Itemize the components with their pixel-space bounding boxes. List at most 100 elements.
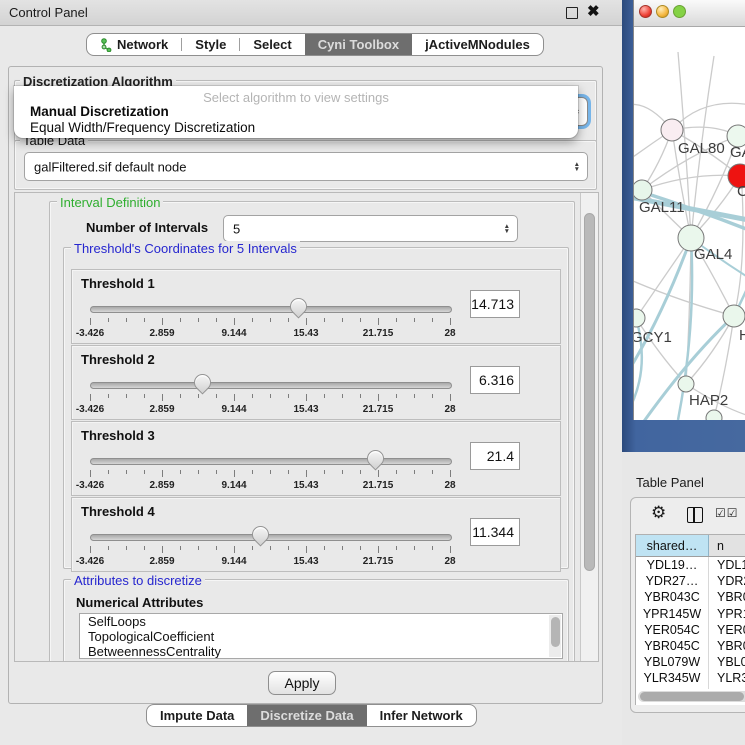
cell-name[interactable]: YBL0 xyxy=(709,654,745,670)
tab-style[interactable]: Style xyxy=(182,34,239,55)
select-columns-icon[interactable]: ☑☑ xyxy=(715,506,739,520)
cell-shared-name[interactable]: YBR045C xyxy=(636,638,709,654)
cell-name[interactable]: YIL0 xyxy=(709,687,745,690)
slider-thumb[interactable] xyxy=(363,446,387,470)
slider-track[interactable] xyxy=(90,382,452,389)
tab-discretize-data[interactable]: Discretize Data xyxy=(247,705,366,726)
cell-name[interactable]: YLR3 xyxy=(709,670,745,686)
threshold-2-slider[interactable]: -3.4262.8599.14415.4321.71528 xyxy=(90,374,450,418)
slider-tick-label: 15.43 xyxy=(293,556,318,567)
slider-tick xyxy=(288,318,289,322)
minimize-traffic-light-icon[interactable] xyxy=(656,5,669,18)
table-row[interactable]: YBR043CYBR0 xyxy=(636,589,745,605)
dropdown-option-manual-discretization[interactable]: Manual Discretization xyxy=(30,104,169,119)
cell-name[interactable]: YBR0 xyxy=(709,638,745,654)
network-edge xyxy=(642,175,740,190)
cell-shared-name[interactable]: YDL19… xyxy=(636,557,709,573)
slider-tick-label: -3.426 xyxy=(76,556,104,567)
threshold-1-value-field[interactable] xyxy=(470,290,520,318)
slider-thumb[interactable] xyxy=(248,522,272,546)
tab-select[interactable]: Select xyxy=(240,34,304,55)
cell-name[interactable]: YPR1 xyxy=(709,606,745,622)
network-node-hap2[interactable] xyxy=(678,376,694,392)
table-row[interactable]: YER054CYER0 xyxy=(636,622,745,638)
threshold-3-value-field[interactable] xyxy=(470,442,520,470)
slider-thumb[interactable] xyxy=(191,370,215,394)
zoom-traffic-light-icon[interactable] xyxy=(673,5,686,18)
tab-label: Impute Data xyxy=(160,708,234,723)
slider-tick xyxy=(324,394,325,398)
number-of-intervals-combobox[interactable]: 5 ▲▼ xyxy=(223,215,518,242)
tab-network[interactable]: Network xyxy=(87,34,181,55)
slider-tick xyxy=(396,394,397,398)
table-row[interactable]: YLR345WYLR3 xyxy=(636,670,745,686)
slider-tick xyxy=(198,546,199,550)
attribute-item-selfloops[interactable]: SelfLoops xyxy=(80,614,562,629)
combo-stepper-icon: ▲▼ xyxy=(504,224,510,234)
slider-tick xyxy=(180,546,181,550)
slider-tick xyxy=(234,546,235,553)
slider-track[interactable] xyxy=(90,458,452,465)
cell-shared-name[interactable]: YBL079W xyxy=(636,654,709,670)
settings-scrollbar[interactable] xyxy=(580,193,598,661)
tab-infer-network[interactable]: Infer Network xyxy=(367,705,476,726)
table-row[interactable]: YBR045CYBR0 xyxy=(636,638,745,654)
column-header-shared-name[interactable]: shared… xyxy=(636,535,709,556)
cell-name[interactable]: YDL1 xyxy=(709,557,745,573)
column-header-name[interactable]: n xyxy=(709,535,745,556)
cell-shared-name[interactable]: YER054C xyxy=(636,622,709,638)
slider-thumb[interactable] xyxy=(287,294,311,318)
attribute-item-topologicalcoefficient[interactable]: TopologicalCoefficient xyxy=(80,629,562,644)
tab-impute-data[interactable]: Impute Data xyxy=(147,705,247,726)
numerical-attributes-list[interactable]: SelfLoopsTopologicalCoefficientBetweenne… xyxy=(79,613,563,659)
slider-tick xyxy=(162,546,163,553)
tab-cyni-toolbox[interactable]: Cyni Toolbox xyxy=(305,34,412,55)
cell-shared-name[interactable]: YLR345W xyxy=(636,670,709,686)
tab-label: Discretize Data xyxy=(260,708,353,723)
table-row[interactable]: YDL19…YDL1 xyxy=(636,557,745,573)
network-node-gal80[interactable] xyxy=(661,119,683,141)
settings-scrollbar-thumb[interactable] xyxy=(584,213,595,571)
cell-name[interactable]: YDR2 xyxy=(709,573,745,589)
threshold-4-slider[interactable]: -3.4262.8599.14415.4321.71528 xyxy=(90,526,450,570)
slider-tick xyxy=(270,470,271,474)
slider-track[interactable] xyxy=(90,534,452,541)
network-node-h[interactable] xyxy=(723,305,745,327)
network-node[interactable] xyxy=(706,410,722,420)
network-canvas[interactable]: GAL80GACGAL11GAL4GCY1HHAP2 xyxy=(634,26,745,420)
attributes-list-scrollbar-thumb[interactable] xyxy=(551,617,560,647)
settings-scrollpane: Interval Definition Number of Intervals … xyxy=(14,192,599,662)
cell-name[interactable]: YBR0 xyxy=(709,589,745,605)
slider-track[interactable] xyxy=(90,306,452,313)
attributes-list-scrollbar[interactable] xyxy=(549,615,561,657)
apply-button[interactable]: Apply xyxy=(268,671,336,695)
network-node-gal11[interactable] xyxy=(634,180,652,200)
slider-tick xyxy=(144,394,145,398)
cell-shared-name[interactable]: YBR043C xyxy=(636,589,709,605)
network-node-gcy1[interactable] xyxy=(634,309,645,327)
cell-shared-name[interactable]: YIL052C xyxy=(636,687,709,690)
column-layout-icon[interactable] xyxy=(687,507,703,523)
tab-jactivemnodules[interactable]: jActiveMNodules xyxy=(412,34,543,55)
threshold-1-slider[interactable]: -3.4262.8599.14415.4321.71528 xyxy=(90,298,450,342)
attribute-item-betweennesscentrality[interactable]: BetweennessCentrality xyxy=(80,644,562,659)
threshold-3-slider[interactable]: -3.4262.8599.14415.4321.71528 xyxy=(90,450,450,494)
table-row[interactable]: YIL052CYIL0 xyxy=(636,687,745,690)
table-row[interactable]: YDR27…YDR2 xyxy=(636,573,745,589)
close-traffic-light-icon[interactable] xyxy=(639,5,652,18)
close-icon[interactable]: ✖ xyxy=(587,2,600,20)
cell-name[interactable]: YER0 xyxy=(709,622,745,638)
table-data-combobox[interactable]: galFiltered.sif default node ▲▼ xyxy=(24,152,588,181)
table-horizontal-scrollbar-thumb[interactable] xyxy=(640,692,744,701)
table-horizontal-scrollbar[interactable] xyxy=(638,691,745,702)
slider-tick xyxy=(432,318,433,322)
threshold-2-value-field[interactable] xyxy=(470,366,520,394)
table-row[interactable]: YBL079WYBL0 xyxy=(636,654,745,670)
cell-shared-name[interactable]: YDR27… xyxy=(636,573,709,589)
float-window-icon[interactable] xyxy=(566,7,578,19)
gear-icon[interactable]: ⚙ xyxy=(651,503,666,523)
threshold-4-value-field[interactable] xyxy=(470,518,520,546)
cell-shared-name[interactable]: YPR145W xyxy=(636,606,709,622)
table-row[interactable]: YPR145WYPR1 xyxy=(636,606,745,622)
dropdown-option-equal-width-frequency-discretization[interactable]: Equal Width/Frequency Discretization xyxy=(30,120,255,135)
